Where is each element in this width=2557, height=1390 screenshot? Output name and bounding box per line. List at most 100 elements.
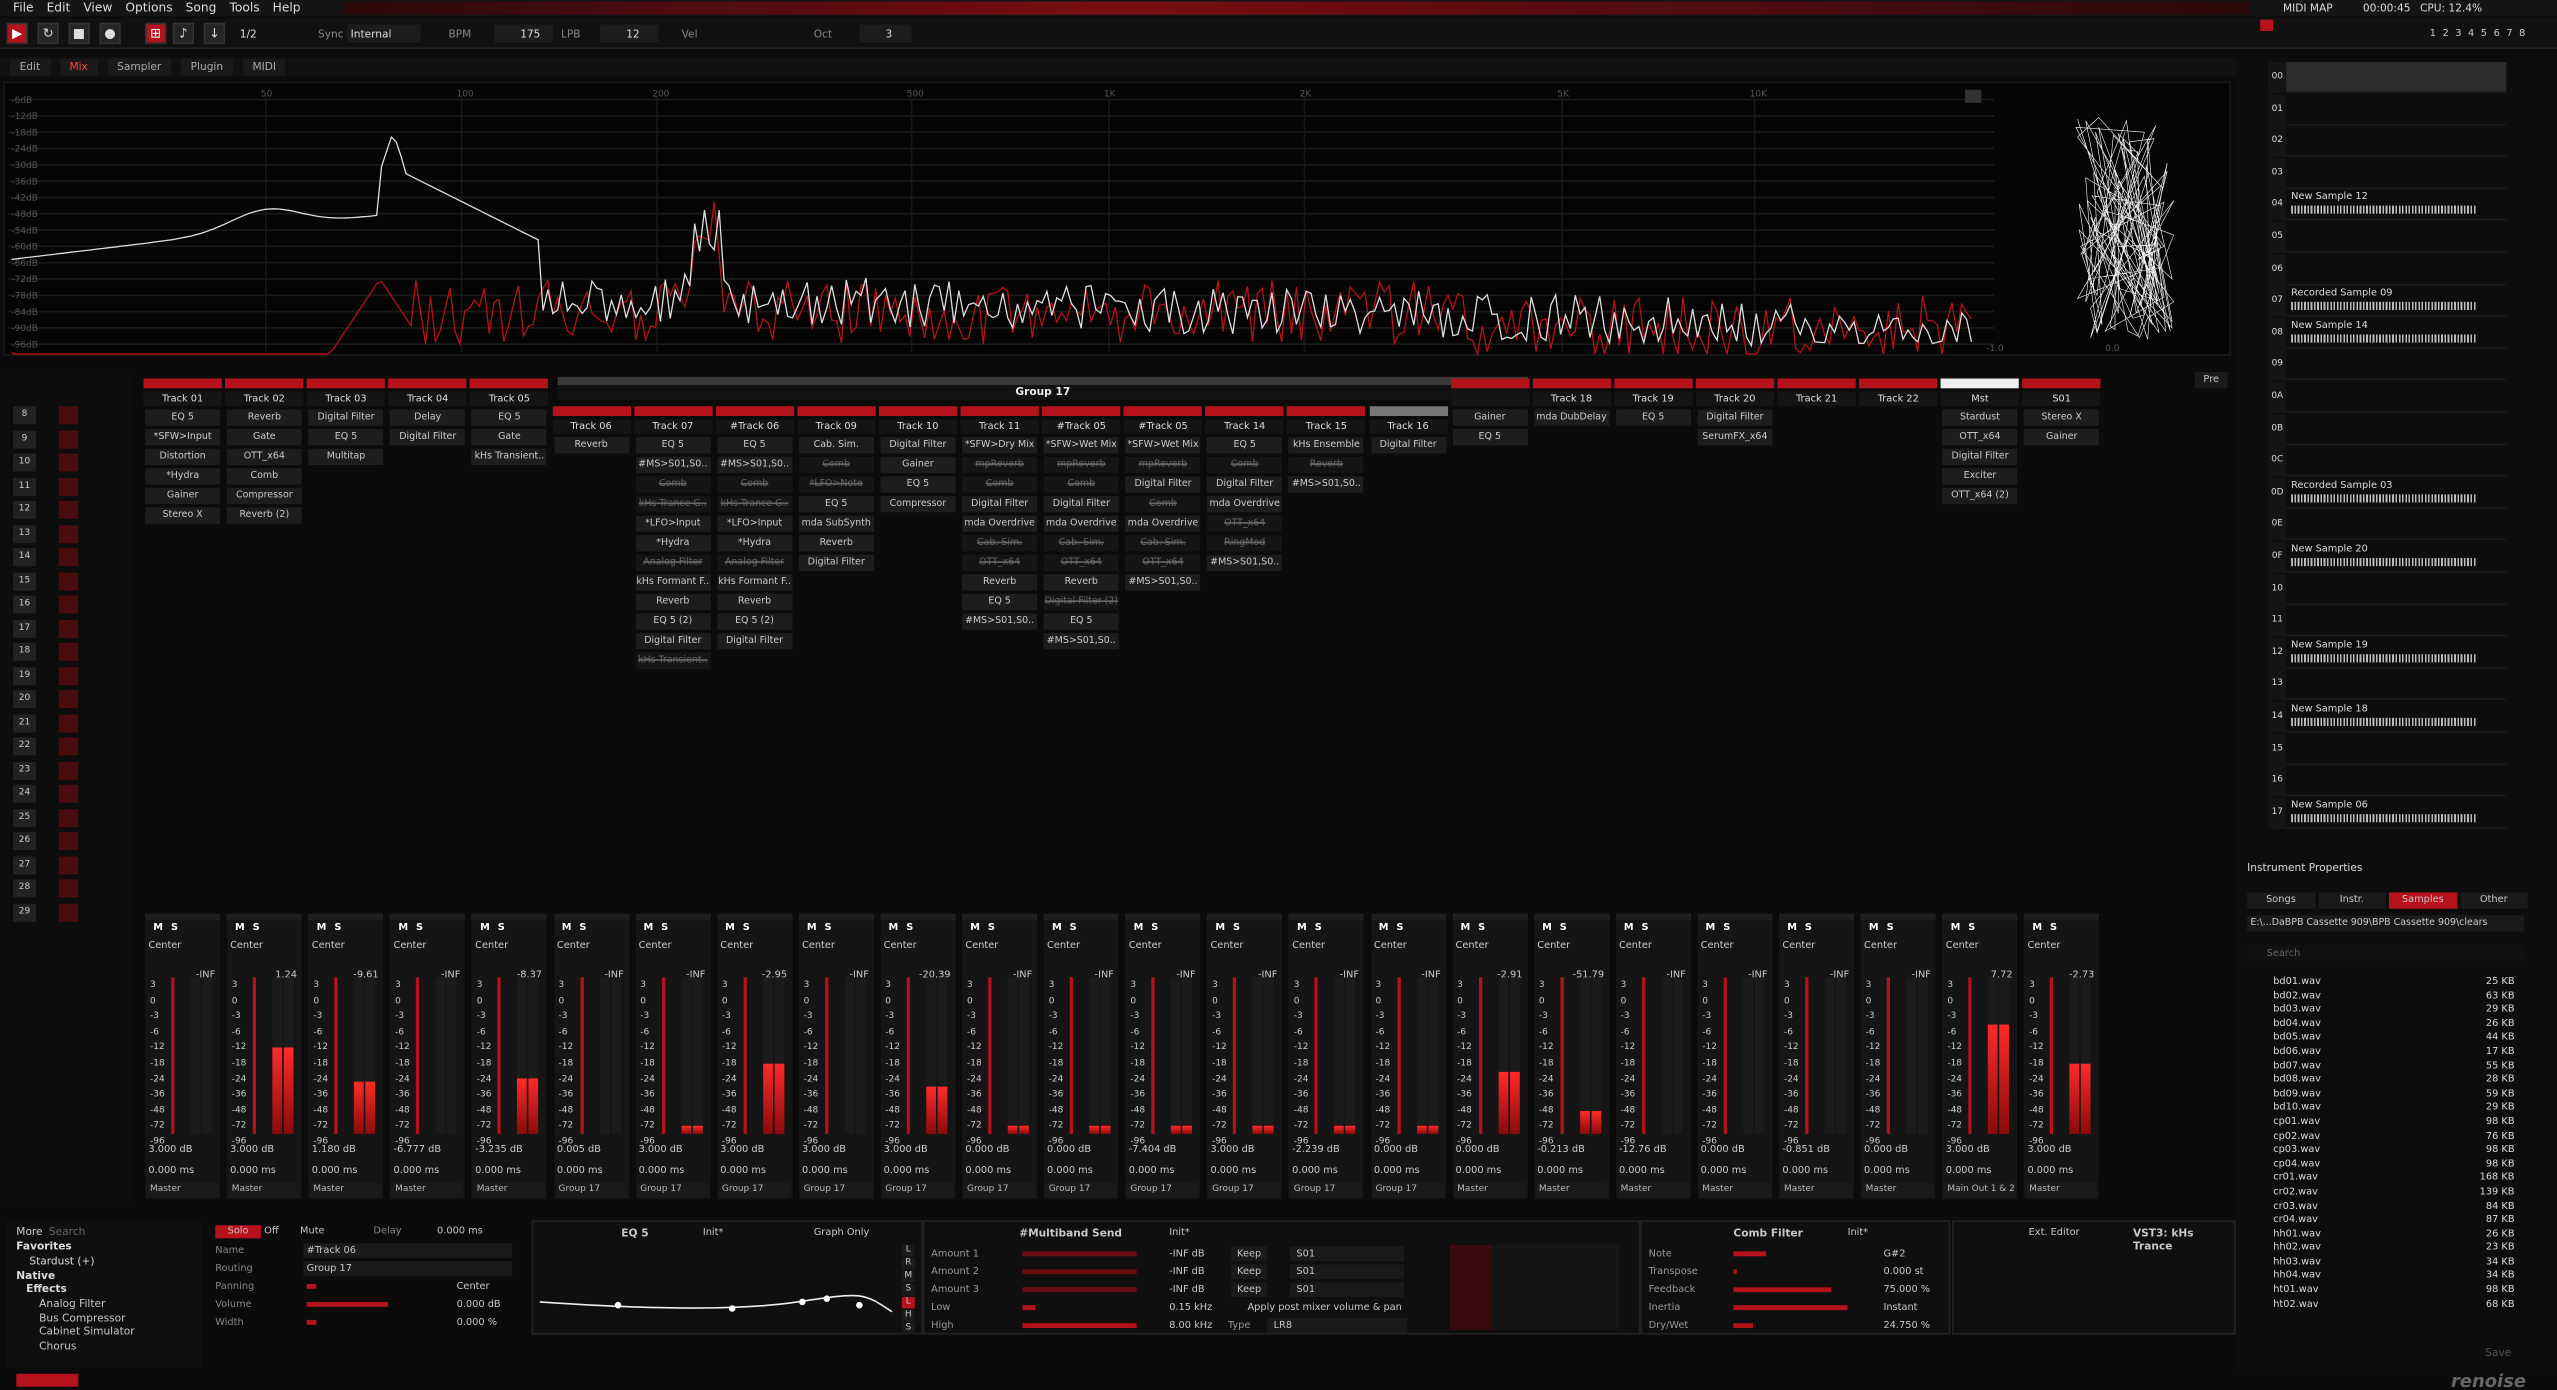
ms-param-value[interactable]: -INF dB <box>1169 1246 1204 1261</box>
solo-button[interactable]: S <box>1148 922 1161 935</box>
sequence-slot[interactable]: 26 <box>13 832 36 851</box>
channel-name[interactable]: Track 21 <box>1777 391 1856 407</box>
instrument-number[interactable]: 04 <box>2268 189 2287 221</box>
comb-param-slider[interactable] <box>1733 1269 1737 1275</box>
ms-band-graph[interactable] <box>1449 1244 1620 1330</box>
instrument-number[interactable]: 16 <box>2268 765 2287 797</box>
native-label[interactable]: Native <box>16 1269 55 1282</box>
volume-fader-track[interactable] <box>1478 977 1482 1134</box>
file-name[interactable]: bd04.wav <box>2273 1018 2321 1032</box>
channel-color-bar[interactable] <box>797 406 876 417</box>
ms-param-value[interactable]: 0.15 kHz <box>1169 1300 1212 1315</box>
volume-fader-track[interactable] <box>1723 977 1727 1134</box>
file-name[interactable]: bd01.wav <box>2273 976 2321 990</box>
file-row[interactable]: cr02.wav 139 KB <box>2247 1186 2524 1200</box>
channel-name[interactable]: Track 19 <box>1614 391 1693 407</box>
edit-mode-button[interactable]: ⊞ <box>145 22 167 45</box>
volume-fader-track[interactable] <box>334 977 338 1134</box>
channel-color-bar[interactable] <box>960 406 1039 417</box>
output-routing[interactable]: Group 17 <box>1372 1182 1444 1198</box>
mute-button[interactable]: M <box>1214 922 1227 935</box>
output-routing[interactable]: Master <box>1862 1182 1935 1198</box>
volume-fader-track[interactable] <box>498 977 502 1134</box>
solo-button[interactable]: S <box>658 922 671 935</box>
volume-fader-track[interactable] <box>824 977 829 1134</box>
browser-tab-other[interactable]: Other <box>2459 892 2528 909</box>
delay-value[interactable]: 0.000 ms <box>148 1165 194 1178</box>
file-row[interactable]: hh04.wav 34 KB <box>2247 1270 2524 1284</box>
file-name[interactable]: hh01.wav <box>2273 1228 2321 1242</box>
eq-band-button[interactable]: R <box>901 1257 915 1270</box>
mute-button[interactable]: M <box>397 922 410 935</box>
sequence-pattern-block[interactable] <box>58 642 79 661</box>
device-slot[interactable]: Digital Filter <box>962 495 1038 513</box>
eq-band-button[interactable]: S <box>901 1323 915 1335</box>
channel-color-bar[interactable] <box>2022 378 2101 389</box>
delay-value[interactable]: 0.000 ms <box>557 1165 603 1178</box>
sequence-slot[interactable]: 16 <box>13 595 36 614</box>
channel-name[interactable]: Mst <box>1940 391 2020 407</box>
device-slot[interactable]: Gainer <box>880 456 956 474</box>
delay-value[interactable]: 0.000 ms <box>965 1165 1011 1178</box>
sequence-pattern-block[interactable] <box>58 429 79 448</box>
volume-db[interactable]: 3.000 dB <box>884 1144 928 1157</box>
solo-button[interactable]: S <box>1393 922 1406 935</box>
sync-select[interactable]: Internal <box>347 24 421 43</box>
file-row[interactable]: cp03.wav 98 KB <box>2247 1144 2524 1158</box>
instrument-slot[interactable]: 07 Recorded Sample 09 <box>2268 285 2507 317</box>
mute-button[interactable]: M <box>887 922 900 935</box>
volume-db[interactable]: 0.000 dB <box>1456 1144 1500 1157</box>
device-slot[interactable]: *SFW>Wet Mix <box>1043 437 1119 454</box>
device-slot[interactable]: Reverb (2) <box>226 507 302 524</box>
solo-button[interactable]: S <box>1965 922 1978 935</box>
browser-path[interactable]: E:\...DaBPB Cassette 909\BPB Cassette 90… <box>2247 915 2525 932</box>
device-slot[interactable]: Digital Filter <box>1697 409 1773 426</box>
ms-param-value[interactable]: -INF dB <box>1169 1264 1204 1279</box>
device-slot[interactable]: EQ 5 (2) <box>716 613 793 630</box>
pan-value[interactable]: Center <box>475 940 508 953</box>
solo-button[interactable]: S <box>1557 922 1570 935</box>
device-slot[interactable]: Distortion <box>145 448 221 465</box>
device-slot[interactable]: Exciter <box>1942 468 2018 485</box>
file-row[interactable]: ht01.wav 98 KB <box>2247 1284 2524 1298</box>
delay-value[interactable]: 0.000 ms <box>475 1165 521 1178</box>
mute-button[interactable]: M <box>805 922 818 935</box>
octave-field[interactable]: 3 <box>859 24 912 43</box>
group-17-bar[interactable] <box>557 376 1528 386</box>
sequence-pattern-block[interactable] <box>58 666 79 685</box>
ms-send-target[interactable]: S01 <box>1289 1264 1405 1280</box>
mute-button[interactable]: M <box>1459 922 1472 935</box>
ms-param-value[interactable]: -INF dB <box>1169 1282 1204 1297</box>
instrument-number[interactable]: 09 <box>2268 349 2287 381</box>
channel-color-bar[interactable] <box>1123 406 1203 417</box>
follow-button[interactable]: ↓ <box>203 22 226 45</box>
device-slot[interactable]: OTT_x64 <box>1942 429 2018 446</box>
prop-routing-value[interactable]: Group 17 <box>303 1261 513 1276</box>
sequence-slot[interactable]: 25 <box>13 808 36 827</box>
browser-tab-samples[interactable]: Samples <box>2388 892 2457 909</box>
volume-db[interactable]: -0.213 dB <box>1537 1144 1585 1157</box>
instrument-number[interactable]: 10 <box>2268 573 2287 605</box>
solo-button[interactable]: S <box>1067 922 1080 935</box>
device-slot[interactable]: EQ 5 <box>798 495 874 513</box>
solo-button[interactable]: S <box>1230 922 1243 935</box>
device-slot[interactable]: *SFW>Wet Mix <box>1125 437 1201 454</box>
volume-fader-track[interactable] <box>1805 977 1809 1134</box>
sequence-pattern-block[interactable] <box>58 477 79 496</box>
instrument-number[interactable]: 0C <box>2268 445 2287 477</box>
volume-fader-track[interactable] <box>1233 977 1237 1134</box>
mute-button[interactable]: M <box>1132 922 1145 935</box>
solo-button[interactable]: S <box>985 922 998 935</box>
device-slot[interactable]: Stereo X <box>2024 409 2100 426</box>
pan-value[interactable]: Center <box>557 940 590 953</box>
file-name[interactable]: ht02.wav <box>2273 1298 2318 1312</box>
instrument-number[interactable]: 15 <box>2268 733 2287 765</box>
loop-button[interactable]: ↻ <box>37 22 59 45</box>
save-button[interactable]: Save <box>2485 1346 2511 1359</box>
record-button[interactable]: ● <box>99 22 121 45</box>
device-slot[interactable]: Analog Filter <box>716 554 793 572</box>
channel-color-bar[interactable] <box>388 378 467 389</box>
instrument-slot[interactable]: 08 New Sample 14 <box>2268 317 2507 349</box>
device-slot[interactable]: Digital Filter <box>1942 448 2018 465</box>
prop-volume-slider[interactable] <box>306 1301 389 1307</box>
